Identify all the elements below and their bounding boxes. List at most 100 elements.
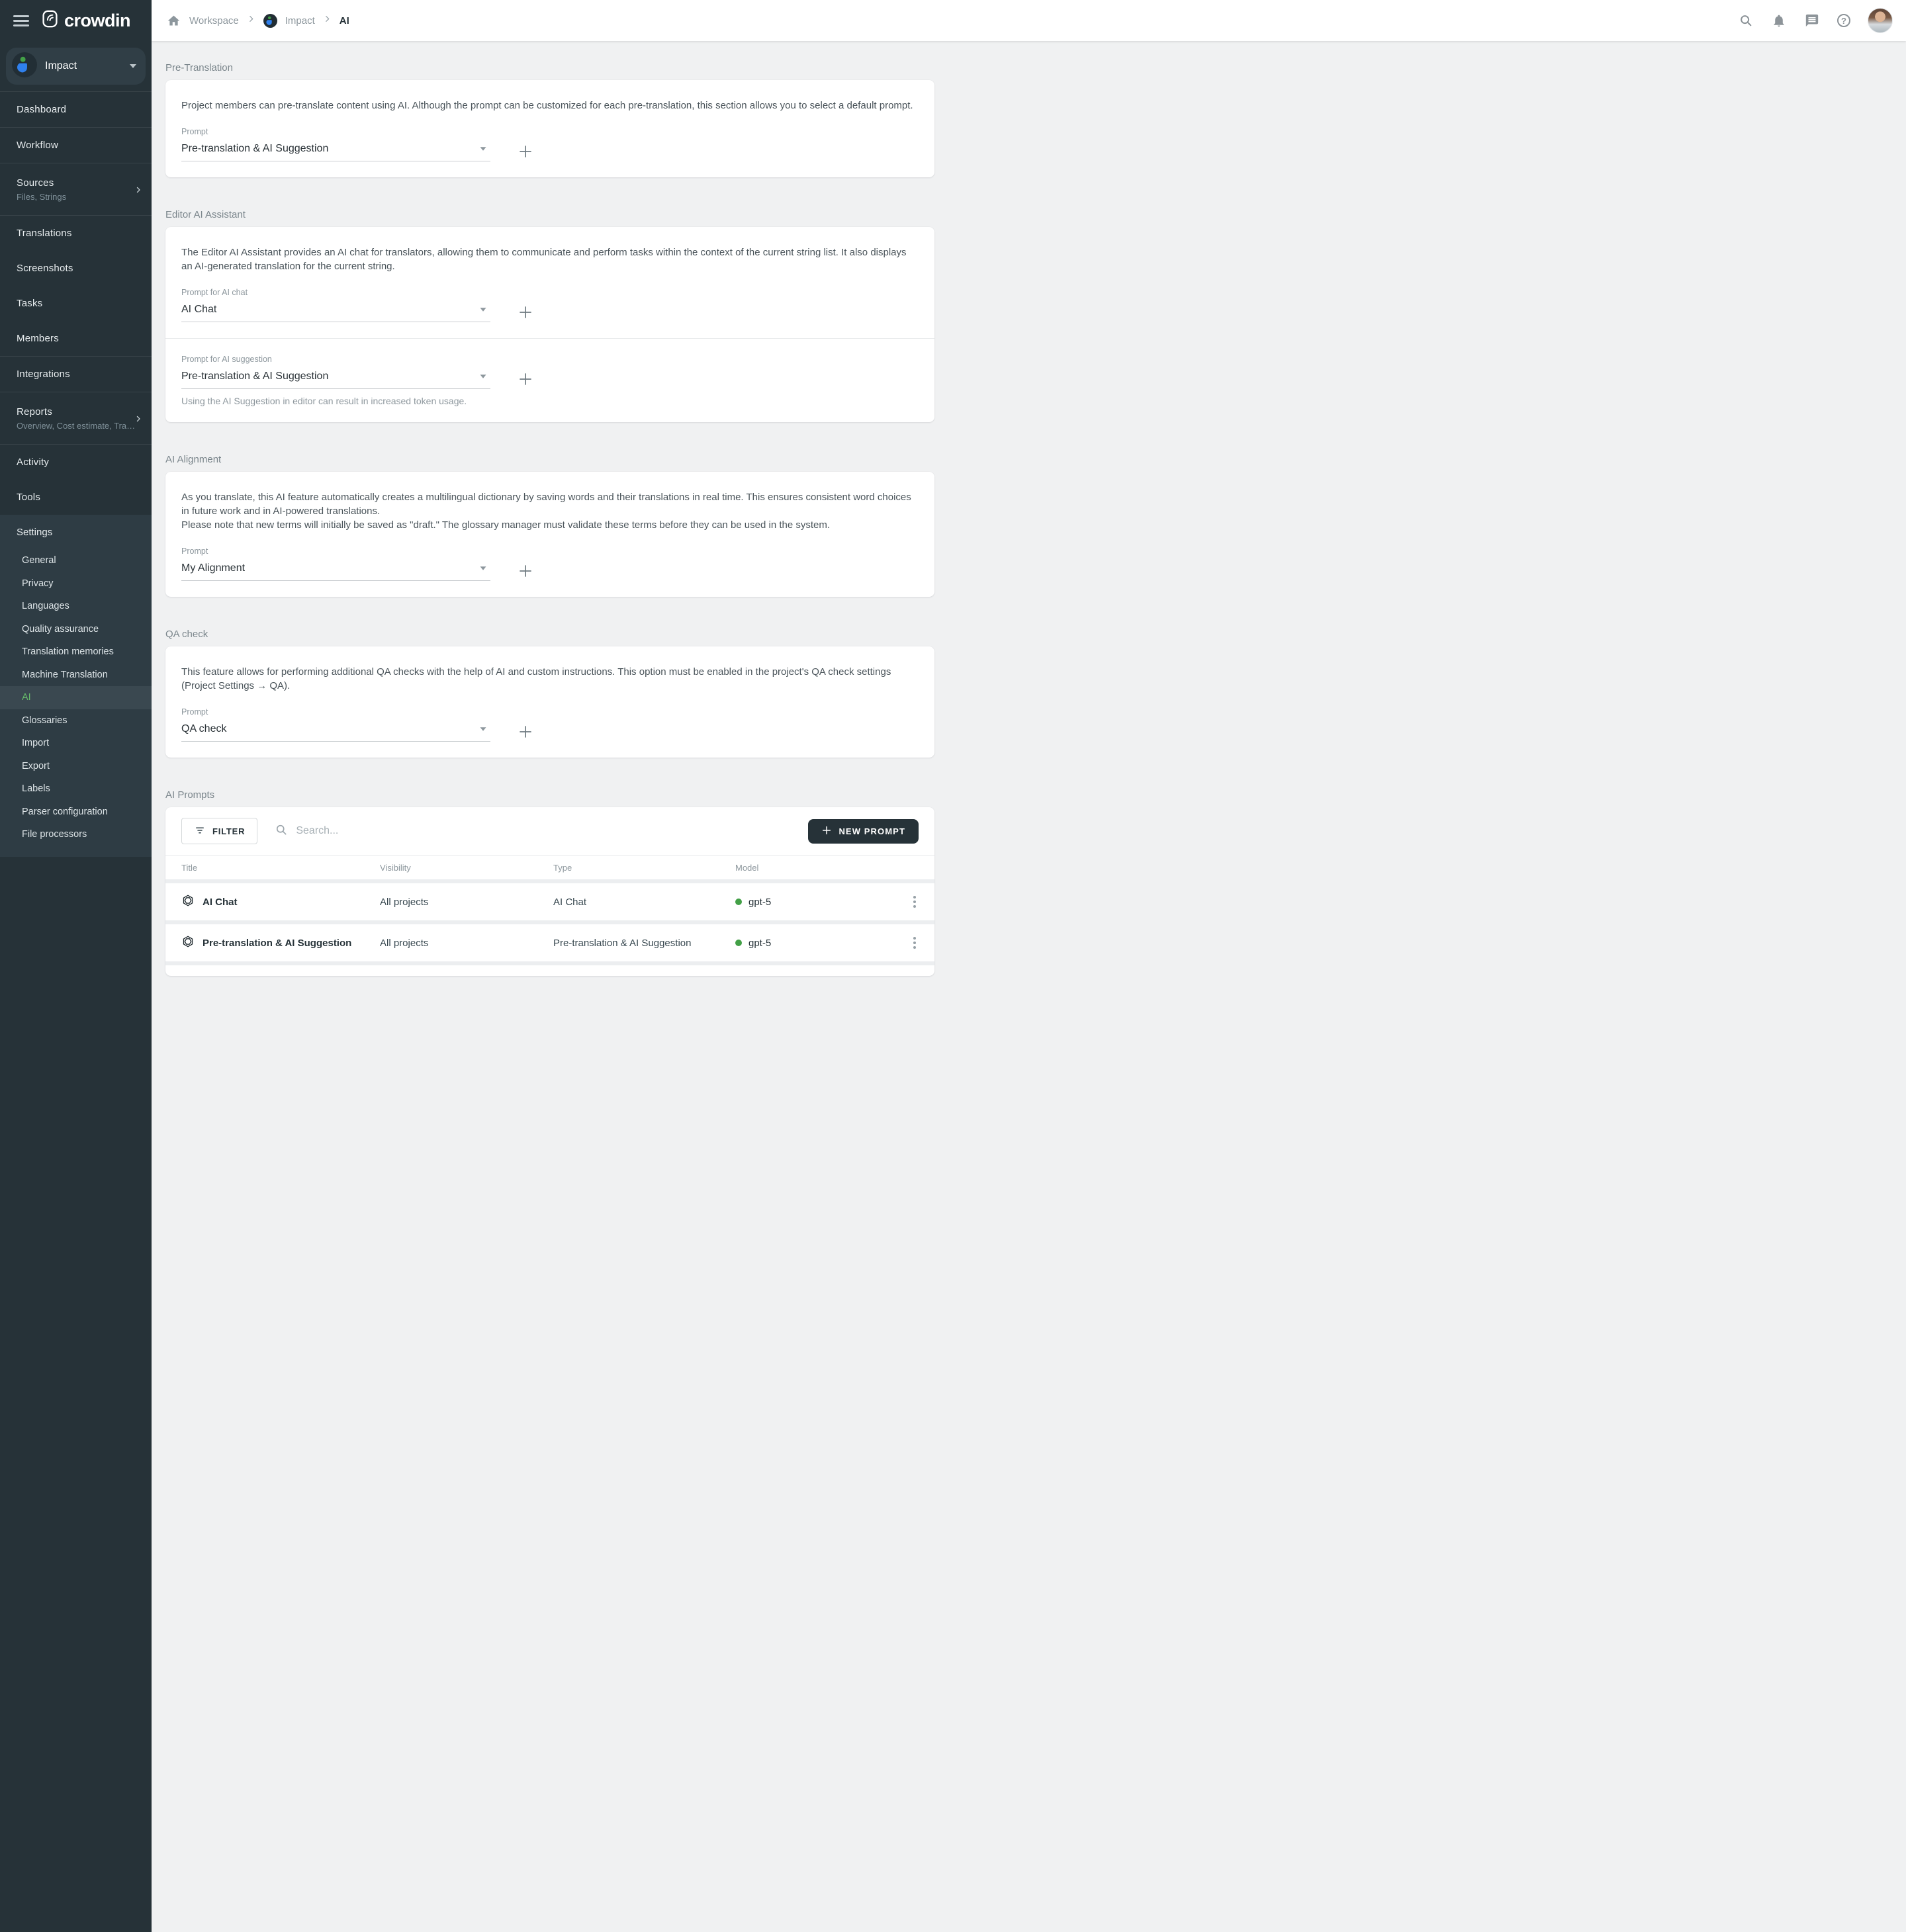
- add-ai-suggestion-prompt-button[interactable]: [517, 371, 534, 388]
- sidebar-item-file-processors[interactable]: File processors: [0, 823, 152, 846]
- caret-down-icon: [480, 727, 486, 730]
- breadcrumb-workspace[interactable]: Workspace: [189, 15, 239, 26]
- prompt-title: Pre-translation & AI Suggestion: [203, 938, 351, 949]
- sidebar-item-parser-configuration[interactable]: Parser configuration: [0, 801, 152, 824]
- home-icon[interactable]: [165, 13, 181, 28]
- prompt-model: gpt-5: [749, 897, 771, 908]
- table-row[interactable]: Pre-translation & AI Suggestion All proj…: [165, 924, 934, 961]
- sidebar-item-privacy[interactable]: Privacy: [0, 572, 152, 595]
- sidebar-item-languages[interactable]: Languages: [0, 595, 152, 618]
- add-alignment-prompt-button[interactable]: [517, 562, 534, 580]
- prompt-label: Prompt: [181, 127, 919, 136]
- notifications-bell-icon[interactable]: [1771, 13, 1787, 28]
- prompt-visibility: All projects: [380, 897, 553, 908]
- select-value: My Alignment: [181, 562, 245, 574]
- help-icon[interactable]: ?: [1837, 14, 1850, 27]
- sidebar-item-machine-translation[interactable]: Machine Translation: [0, 664, 152, 687]
- sidebar-item-sublabel: Files, Strings: [17, 192, 66, 202]
- add-ai-chat-prompt-button[interactable]: [517, 304, 534, 321]
- chevron-down-icon: [130, 64, 136, 68]
- qa-check-description: This feature allows for performing addit…: [181, 665, 919, 693]
- header-actions: ?: [1738, 8, 1893, 33]
- prompt-type: AI Chat: [553, 897, 735, 908]
- main-content: Pre-Translation Project members can pre-…: [152, 0, 953, 976]
- select-value: Pre-translation & AI Suggestion: [181, 143, 328, 155]
- sidebar-item-tasks[interactable]: Tasks: [0, 286, 152, 321]
- openai-icon: [181, 935, 195, 951]
- select-value: QA check: [181, 723, 226, 735]
- caret-down-icon: [480, 374, 486, 378]
- chevron-right-icon: [247, 15, 255, 26]
- ai-chat-prompt-select[interactable]: AI Chat: [181, 302, 490, 322]
- menu-icon[interactable]: [9, 9, 33, 32]
- ai-alignment-description-2: Please note that new terms will initiall…: [181, 518, 919, 532]
- pre-translation-description: Project members can pre-translate conten…: [181, 99, 919, 112]
- table-row[interactable]: AI Chat All projects AI Chat gpt-5: [165, 883, 934, 920]
- sidebar-item-export[interactable]: Export: [0, 755, 152, 778]
- new-prompt-button[interactable]: NEW PROMPT: [808, 819, 919, 844]
- card-bottom-spacer: [165, 965, 934, 976]
- project-selector[interactable]: Impact: [6, 48, 146, 85]
- section-ai-prompts: AI Prompts FILTER: [165, 789, 934, 976]
- messages-icon[interactable]: [1804, 13, 1820, 28]
- ai-alignment-description-1: As you translate, this AI feature automa…: [181, 490, 919, 518]
- project-name: Impact: [45, 60, 130, 72]
- add-qa-prompt-button[interactable]: [517, 723, 534, 740]
- qa-check-heading: QA check: [165, 629, 934, 640]
- column-visibility: Visibility: [380, 863, 553, 873]
- editor-ai-description: The Editor AI Assistant provides an AI c…: [181, 245, 919, 273]
- editor-ai-heading: Editor AI Assistant: [165, 209, 934, 220]
- qa-check-card: This feature allows for performing addit…: [165, 646, 934, 758]
- crowdin-logo-icon: [41, 10, 59, 31]
- qa-prompt-select[interactable]: QA check: [181, 722, 490, 742]
- search-icon[interactable]: [1738, 13, 1754, 28]
- sidebar-nav: Dashboard Workflow Sources Files, String…: [0, 92, 152, 1932]
- sidebar-item-members[interactable]: Members: [0, 321, 152, 356]
- sidebar-item-glossaries[interactable]: Glossaries: [0, 709, 152, 732]
- sidebar-item-general[interactable]: General: [0, 549, 152, 572]
- sidebar-item-ai[interactable]: AI: [0, 686, 152, 709]
- sidebar-top: crowdin: [0, 0, 152, 41]
- sidebar-item-reports[interactable]: Reports Overview, Cost estimate, Transl.…: [0, 392, 152, 444]
- alignment-prompt-label: Prompt: [181, 547, 919, 556]
- sidebar-item-settings[interactable]: Settings: [0, 515, 152, 549]
- caret-down-icon: [480, 566, 486, 570]
- section-editor-ai-assistant: Editor AI Assistant The Editor AI Assist…: [165, 209, 934, 422]
- search-input[interactable]: [296, 825, 808, 837]
- chevron-right-icon: [134, 185, 142, 197]
- sidebar-item-translations[interactable]: Translations: [0, 216, 152, 251]
- sidebar-item-activity[interactable]: Activity: [0, 445, 152, 480]
- sidebar-item-dashboard[interactable]: Dashboard: [0, 92, 152, 127]
- row-menu-icon[interactable]: [911, 893, 919, 910]
- breadcrumb-project[interactable]: Impact: [285, 15, 315, 26]
- ai-prompts-toolbar: FILTER NEW PROMPT: [165, 807, 934, 856]
- sidebar-item-integrations[interactable]: Integrations: [0, 357, 152, 392]
- chevron-right-icon: [134, 414, 142, 426]
- row-menu-icon[interactable]: [911, 934, 919, 951]
- sidebar-item-quality-assurance[interactable]: Quality assurance: [0, 618, 152, 641]
- sidebar-item-import[interactable]: Import: [0, 732, 152, 755]
- user-avatar[interactable]: [1868, 8, 1893, 33]
- sidebar-item-sources[interactable]: Sources Files, Strings: [0, 163, 152, 215]
- caret-down-icon: [480, 308, 486, 311]
- caret-down-icon: [480, 147, 486, 150]
- column-model: Model: [735, 863, 897, 873]
- filter-button[interactable]: FILTER: [181, 818, 257, 844]
- sidebar-item-translation-memories[interactable]: Translation memories: [0, 640, 152, 664]
- search-icon: [275, 823, 288, 840]
- project-avatar: [12, 52, 37, 81]
- ai-prompts-card: FILTER NEW PROMPT Title Visibilit: [165, 807, 934, 976]
- sidebar-item-tools[interactable]: Tools: [0, 480, 152, 515]
- sidebar-item-screenshots[interactable]: Screenshots: [0, 251, 152, 286]
- pre-translation-prompt-select[interactable]: Pre-translation & AI Suggestion: [181, 142, 490, 161]
- chevron-right-icon: [323, 15, 332, 26]
- ai-suggestion-prompt-select[interactable]: Pre-translation & AI Suggestion: [181, 369, 490, 389]
- ai-chat-prompt-label: Prompt for AI chat: [181, 288, 919, 297]
- add-pre-translation-prompt-button[interactable]: [517, 143, 534, 160]
- pre-translation-card: Project members can pre-translate conten…: [165, 80, 934, 177]
- sidebar-item-labels[interactable]: Labels: [0, 777, 152, 801]
- sidebar-item-workflow[interactable]: Workflow: [0, 128, 152, 163]
- crowdin-logo[interactable]: crowdin: [41, 10, 130, 31]
- alignment-prompt-select[interactable]: My Alignment: [181, 561, 490, 581]
- ai-alignment-heading: AI Alignment: [165, 454, 934, 465]
